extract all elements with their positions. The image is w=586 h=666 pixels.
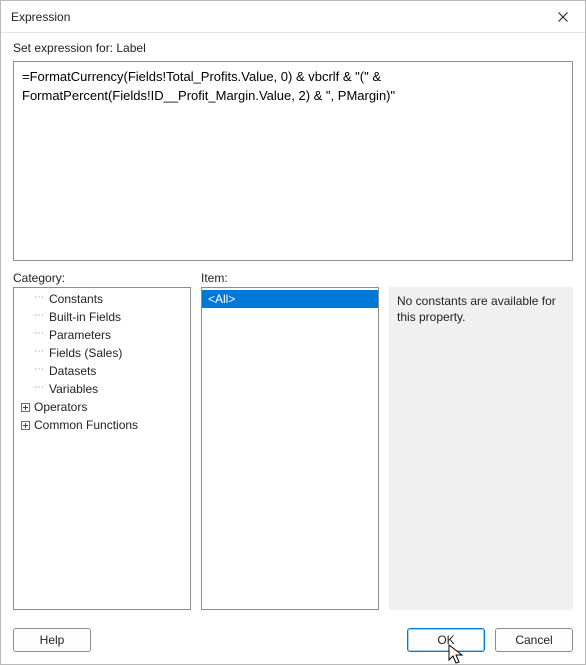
category-tree-item[interactable]: ⋯ Datasets (14, 362, 190, 380)
close-button[interactable] (540, 1, 585, 33)
tree-connector-icon: ⋯ (34, 382, 45, 394)
set-expression-for-label: Set expression for: Label (13, 41, 573, 55)
tree-connector-icon: ⋯ (34, 292, 45, 304)
expression-input[interactable] (13, 61, 573, 261)
category-tree-item[interactable]: ⋯ Constants (14, 290, 190, 308)
expand-icon[interactable] (20, 402, 31, 413)
expression-dialog: Expression Set expression for: Label Cat… (0, 0, 586, 665)
close-icon (558, 12, 568, 22)
expand-icon[interactable] (20, 420, 31, 431)
help-button[interactable]: Help (13, 628, 91, 652)
ok-button[interactable]: OK (407, 628, 485, 652)
description-box: No constants are available for this prop… (389, 287, 573, 610)
category-item-label: Constants (49, 291, 103, 307)
category-tree-item[interactable]: Operators (14, 398, 190, 416)
category-item-label: Built-in Fields (49, 309, 121, 325)
dialog-footer: Help OK Cancel (1, 620, 585, 664)
item-list-item[interactable]: <All> (202, 290, 378, 308)
category-item-label: Operators (34, 399, 87, 415)
description-text: No constants are available for this prop… (397, 294, 556, 324)
cancel-button[interactable]: Cancel (495, 628, 573, 652)
description-column: No constants are available for this prop… (389, 271, 573, 610)
category-item-label: Datasets (49, 363, 96, 379)
picker-area: Category: ⋯ Constants ⋯ Built-in Fields ⋯ Par… (13, 271, 573, 610)
category-label: Category: (13, 271, 191, 285)
item-column: Item: <All> (201, 271, 379, 610)
category-tree-item[interactable]: ⋯ Built-in Fields (14, 308, 190, 326)
category-tree-item[interactable]: Common Functions (14, 416, 190, 434)
category-column: Category: ⋯ Constants ⋯ Built-in Fields ⋯ Par… (13, 271, 191, 610)
titlebar: Expression (1, 1, 585, 33)
category-item-label: Parameters (49, 327, 111, 343)
category-tree[interactable]: ⋯ Constants ⋯ Built-in Fields ⋯ Parameters ⋯ Fi… (13, 287, 191, 610)
item-label: Item: (201, 271, 379, 285)
window-title: Expression (11, 10, 540, 24)
category-item-label: Variables (49, 381, 98, 397)
category-tree-item[interactable]: ⋯ Variables (14, 380, 190, 398)
item-list[interactable]: <All> (201, 287, 379, 610)
tree-connector-icon: ⋯ (34, 310, 45, 322)
category-tree-item[interactable]: ⋯ Fields (Sales) (14, 344, 190, 362)
category-item-label: Fields (Sales) (49, 345, 122, 361)
tree-connector-icon: ⋯ (34, 328, 45, 340)
tree-connector-icon: ⋯ (34, 346, 45, 358)
tree-connector-icon: ⋯ (34, 364, 45, 376)
dialog-content: Set expression for: Label Category: ⋯ Con… (1, 33, 585, 620)
category-tree-item[interactable]: ⋯ Parameters (14, 326, 190, 344)
category-item-label: Common Functions (34, 417, 138, 433)
